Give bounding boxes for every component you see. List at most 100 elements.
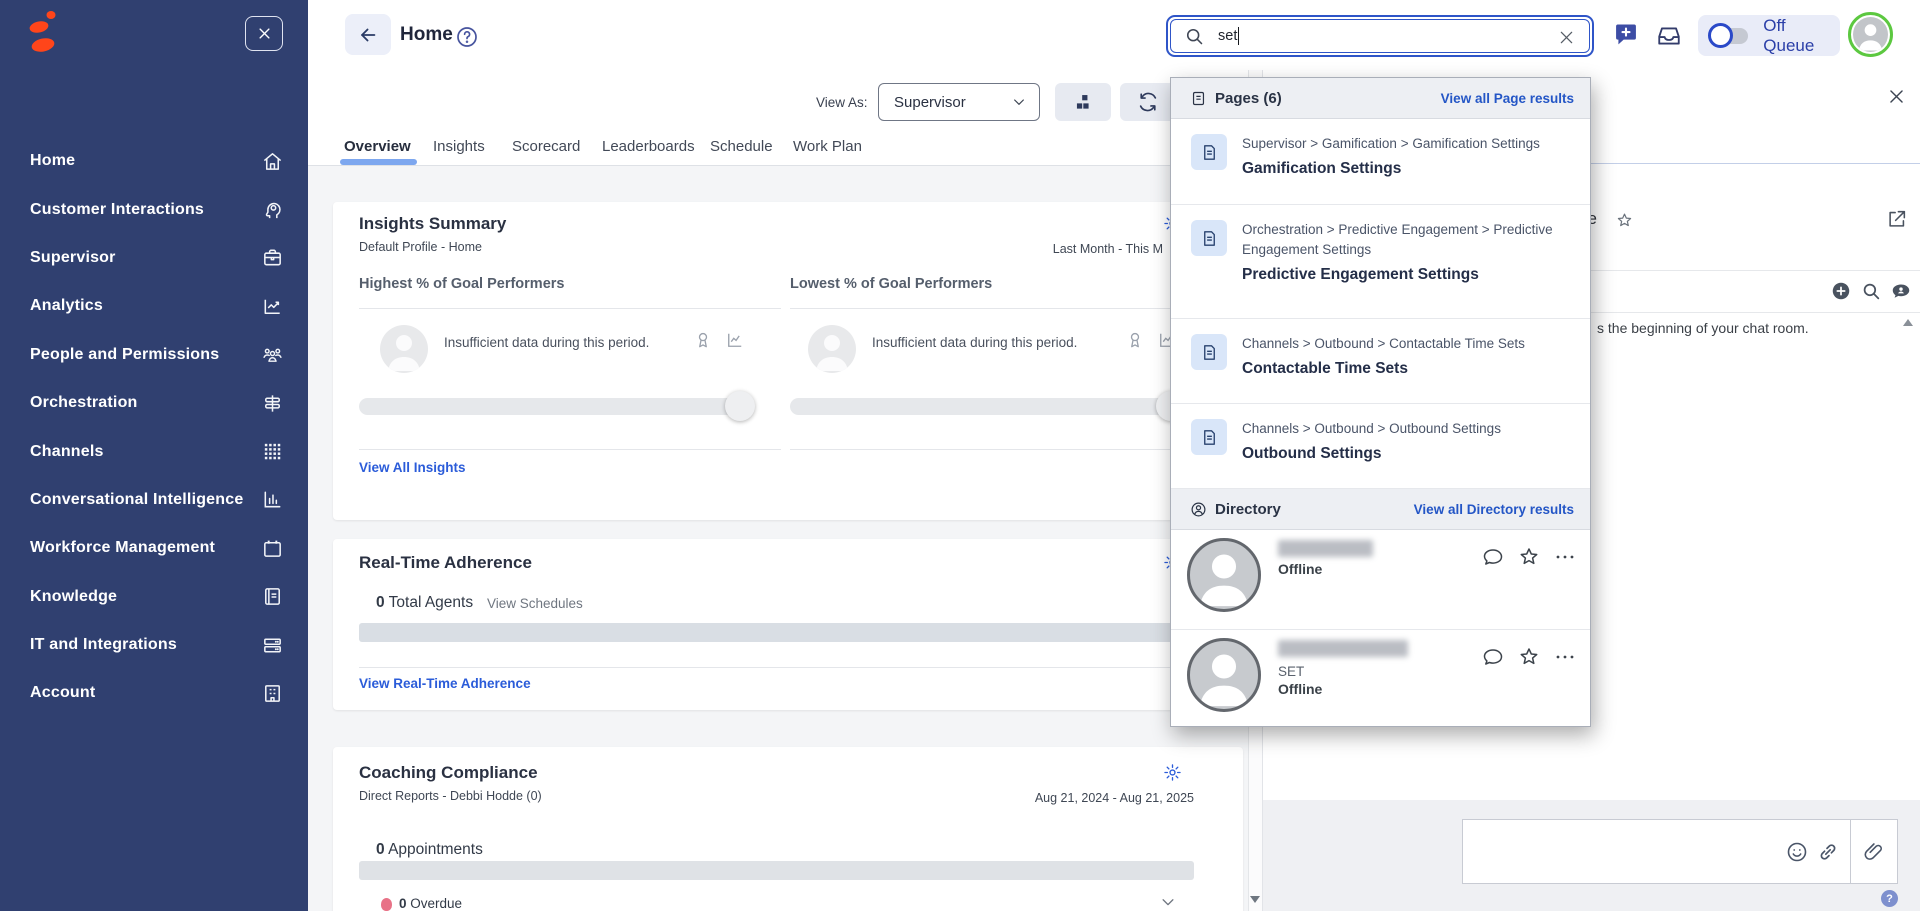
sidebar-item-supervisor[interactable]: Supervisor <box>0 234 308 282</box>
directory-entry[interactable]: SET Offline <box>1171 630 1590 728</box>
column-header: Highest % of Goal Performers <box>359 276 564 292</box>
sidebar-item-home[interactable]: Home <box>0 137 308 185</box>
view-real-time-adherence-link[interactable]: View Real-Time Adherence <box>359 676 531 691</box>
view-all-insights-link[interactable]: View All Insights <box>359 460 466 475</box>
view-as-label: View As: <box>816 95 868 110</box>
chevron-down-icon[interactable] <box>1159 893 1177 911</box>
ribbon-icon[interactable] <box>693 330 713 350</box>
tab-insights[interactable]: Insights <box>433 138 485 155</box>
ellipsis-icon[interactable] <box>1553 645 1577 669</box>
redacted-name <box>1278 640 1408 657</box>
star-icon[interactable] <box>1615 211 1634 230</box>
sidebar-item-conversational-intelligence[interactable]: Conversational Intelligence <box>0 476 308 524</box>
chat-toolbar <box>1830 280 1912 302</box>
refresh-button[interactable] <box>1120 83 1176 121</box>
tab-leaderboards[interactable]: Leaderboards <box>602 138 695 155</box>
divider <box>790 449 1212 450</box>
star-icon[interactable] <box>1517 545 1541 569</box>
sidebar-item-it-and-integrations[interactable]: IT and Integrations <box>0 621 308 669</box>
directory-entry[interactable]: Offline <box>1171 530 1590 630</box>
appointments-bar <box>359 861 1194 880</box>
scroll-up-icon[interactable] <box>1903 319 1913 326</box>
chat-bubble-icon[interactable] <box>1890 280 1912 302</box>
directory-header-label: Directory <box>1215 501 1414 518</box>
back-button[interactable] <box>345 14 391 55</box>
dashboard: View As: Supervisor Overview Insights Sc… <box>308 70 1262 911</box>
view-schedules-link[interactable]: View Schedules <box>487 596 583 611</box>
sidebar-item-account[interactable]: Account <box>0 669 308 717</box>
overdue-dot <box>381 898 392 911</box>
sidebar-item-label: Home <box>30 152 261 170</box>
search-input[interactable]: set <box>1170 19 1590 53</box>
sidebar-item-people-and-permissions[interactable]: People and Permissions <box>0 331 308 379</box>
tab-overview[interactable]: Overview <box>344 138 411 155</box>
divider <box>359 449 781 450</box>
close-icon[interactable] <box>1887 87 1906 106</box>
org-view-button[interactable] <box>1055 83 1111 121</box>
mini-chart-icon[interactable] <box>725 330 745 350</box>
sidebar-item-orchestration[interactable]: Orchestration <box>0 379 308 427</box>
help-icon[interactable] <box>455 25 479 49</box>
ellipsis-icon[interactable] <box>1553 545 1577 569</box>
sidebar-item-label: Knowledge <box>30 588 261 606</box>
emoji-icon[interactable] <box>1785 840 1809 864</box>
toggle-track[interactable] <box>1711 28 1748 44</box>
external-link-icon[interactable] <box>1886 208 1908 230</box>
sidebar-item-customer-interactions[interactable]: Customer Interactions <box>0 185 308 233</box>
empty-state-message: Insufficient data during this period. <box>872 335 1077 350</box>
ribbon-icon[interactable] <box>1125 330 1145 350</box>
inbox-icon[interactable] <box>1656 23 1682 49</box>
page-result[interactable]: Orchestration > Predictive Engagement > … <box>1171 205 1590 319</box>
sidebar-item-channels[interactable]: Channels <box>0 427 308 475</box>
view-as-select[interactable]: Supervisor <box>878 83 1040 121</box>
message-input[interactable] <box>1462 819 1898 884</box>
overdue-label: Overdue <box>410 896 462 911</box>
page-result-texts: Channels > Outbound > Outbound Settings … <box>1242 419 1560 488</box>
chat-add-icon[interactable] <box>1612 21 1640 49</box>
entry-title: SET <box>1278 664 1408 679</box>
card-subtitle: Direct Reports - Debbi Hodde (0) <box>359 789 542 803</box>
view-all-page-results-link[interactable]: View all Page results <box>1441 91 1574 106</box>
chat-bubble-icon[interactable] <box>1481 545 1505 569</box>
search-results-dropdown: Pages (6) View all Page results Supervis… <box>1170 77 1591 727</box>
search-value: set <box>1218 28 1237 44</box>
off-queue-toggle[interactable]: Off Queue <box>1698 15 1840 56</box>
progress-knob[interactable] <box>725 391 755 421</box>
tab-schedule[interactable]: Schedule <box>710 138 773 155</box>
sidebar-item-analytics[interactable]: Analytics <box>0 282 308 330</box>
help-badge[interactable]: ? <box>1881 890 1898 907</box>
clear-icon[interactable] <box>1557 28 1576 47</box>
directory-section-header: Directory View all Directory results <box>1171 489 1590 530</box>
search-icon[interactable] <box>1860 280 1882 302</box>
view-as-value: Supervisor <box>894 94 1011 111</box>
page-result[interactable]: Channels > Outbound > Outbound Settings … <box>1171 404 1590 489</box>
breadcrumb: Orchestration > Predictive Engagement > … <box>1242 220 1560 260</box>
gear-icon[interactable] <box>1163 763 1182 782</box>
chat-input-area: ? <box>1263 800 1920 911</box>
link-icon[interactable] <box>1816 840 1840 864</box>
redacted-name <box>1278 540 1373 557</box>
sidebar-item-knowledge[interactable]: Knowledge <box>0 573 308 621</box>
tab-work-plan[interactable]: Work Plan <box>793 138 862 155</box>
scroll-down-icon[interactable] <box>1250 896 1260 903</box>
page-icon <box>1191 419 1227 455</box>
page-result[interactable]: Supervisor > Gamification > Gamification… <box>1171 119 1590 205</box>
chat-bubble-icon[interactable] <box>1481 645 1505 669</box>
tab-scorecard[interactable]: Scorecard <box>512 138 580 155</box>
directory-entry-texts: SET Offline <box>1278 640 1408 697</box>
attachment-section[interactable] <box>1851 820 1897 883</box>
breadcrumb: Channels > Outbound > Contactable Time S… <box>1242 334 1560 354</box>
message-text-region[interactable] <box>1463 820 1851 883</box>
sidebar-close-button[interactable] <box>245 16 283 51</box>
add-circle-icon[interactable] <box>1830 280 1852 302</box>
pages-header-label: Pages (6) <box>1215 90 1441 107</box>
off-queue-label: Off Queue <box>1763 16 1840 56</box>
star-icon[interactable] <box>1517 645 1541 669</box>
sidebar-item-workforce-management[interactable]: Workforce Management <box>0 524 308 572</box>
view-all-directory-results-link[interactable]: View all Directory results <box>1414 502 1574 517</box>
page-result[interactable]: Channels > Outbound > Contactable Time S… <box>1171 319 1590 404</box>
user-avatar[interactable] <box>1848 12 1893 57</box>
global-search: set <box>1166 15 1594 57</box>
total-agents-count: 0 <box>376 594 385 611</box>
paperclip-icon[interactable] <box>1862 840 1886 864</box>
